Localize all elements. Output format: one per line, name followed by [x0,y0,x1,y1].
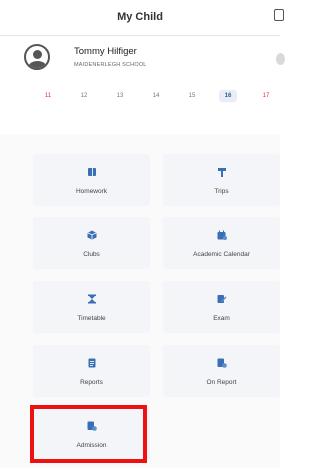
calendar-day[interactable]: 13 [112,93,128,99]
exam-tile[interactable]: Exam [163,281,280,333]
timetable-tile[interactable]: Timetable [33,281,150,333]
calendar-day[interactable]: 15 [184,93,200,99]
calendar-day-selected[interactable]: 16 [219,90,237,102]
on-report-icon [217,358,227,368]
tile-label: Academic Calendar [193,251,250,258]
reports-tile[interactable]: Reports [33,345,150,397]
tile-label: Reports [80,379,103,386]
calendar-day[interactable]: 17 [258,93,274,99]
tile-label: Exam [213,315,230,322]
school-name: MAIDENERLEGH SCHOOL [74,62,147,68]
admission-highlight-box [30,405,147,463]
trips-tile[interactable]: Trips [163,154,280,206]
report-document-icon [87,358,97,368]
exam-edit-icon [217,294,227,304]
tile-label: Trips [214,188,229,195]
edit-icon[interactable] [274,9,284,21]
calendar-day[interactable]: 12 [76,93,92,99]
avatar-head-shape [33,50,42,59]
homework-tile[interactable]: Homework [33,154,150,206]
academic-calendar-tile[interactable]: Academic Calendar [163,217,280,269]
week-strip [0,82,280,135]
cube-icon [87,230,97,240]
page-title: My Child [117,11,163,23]
tile-label: On Report [206,379,237,386]
calendar-day[interactable]: 14 [148,93,164,99]
calendar-icon [217,230,227,240]
signpost-icon [217,167,227,177]
avatar [24,44,50,70]
tile-label: Timetable [77,315,106,322]
on-report-tile[interactable]: On Report [163,345,280,397]
hourglass-icon [87,294,97,304]
tile-label: Homework [75,188,108,195]
book-icon [87,167,97,177]
clubs-tile[interactable]: Clubs [33,217,150,269]
top-bar: My Child [0,0,284,36]
calendar-day[interactable]: 11 [40,93,56,99]
child-name: Tommy Hilfiger [74,46,137,57]
tile-label: Clubs [83,251,100,258]
switch-child-icon[interactable] [276,53,285,65]
